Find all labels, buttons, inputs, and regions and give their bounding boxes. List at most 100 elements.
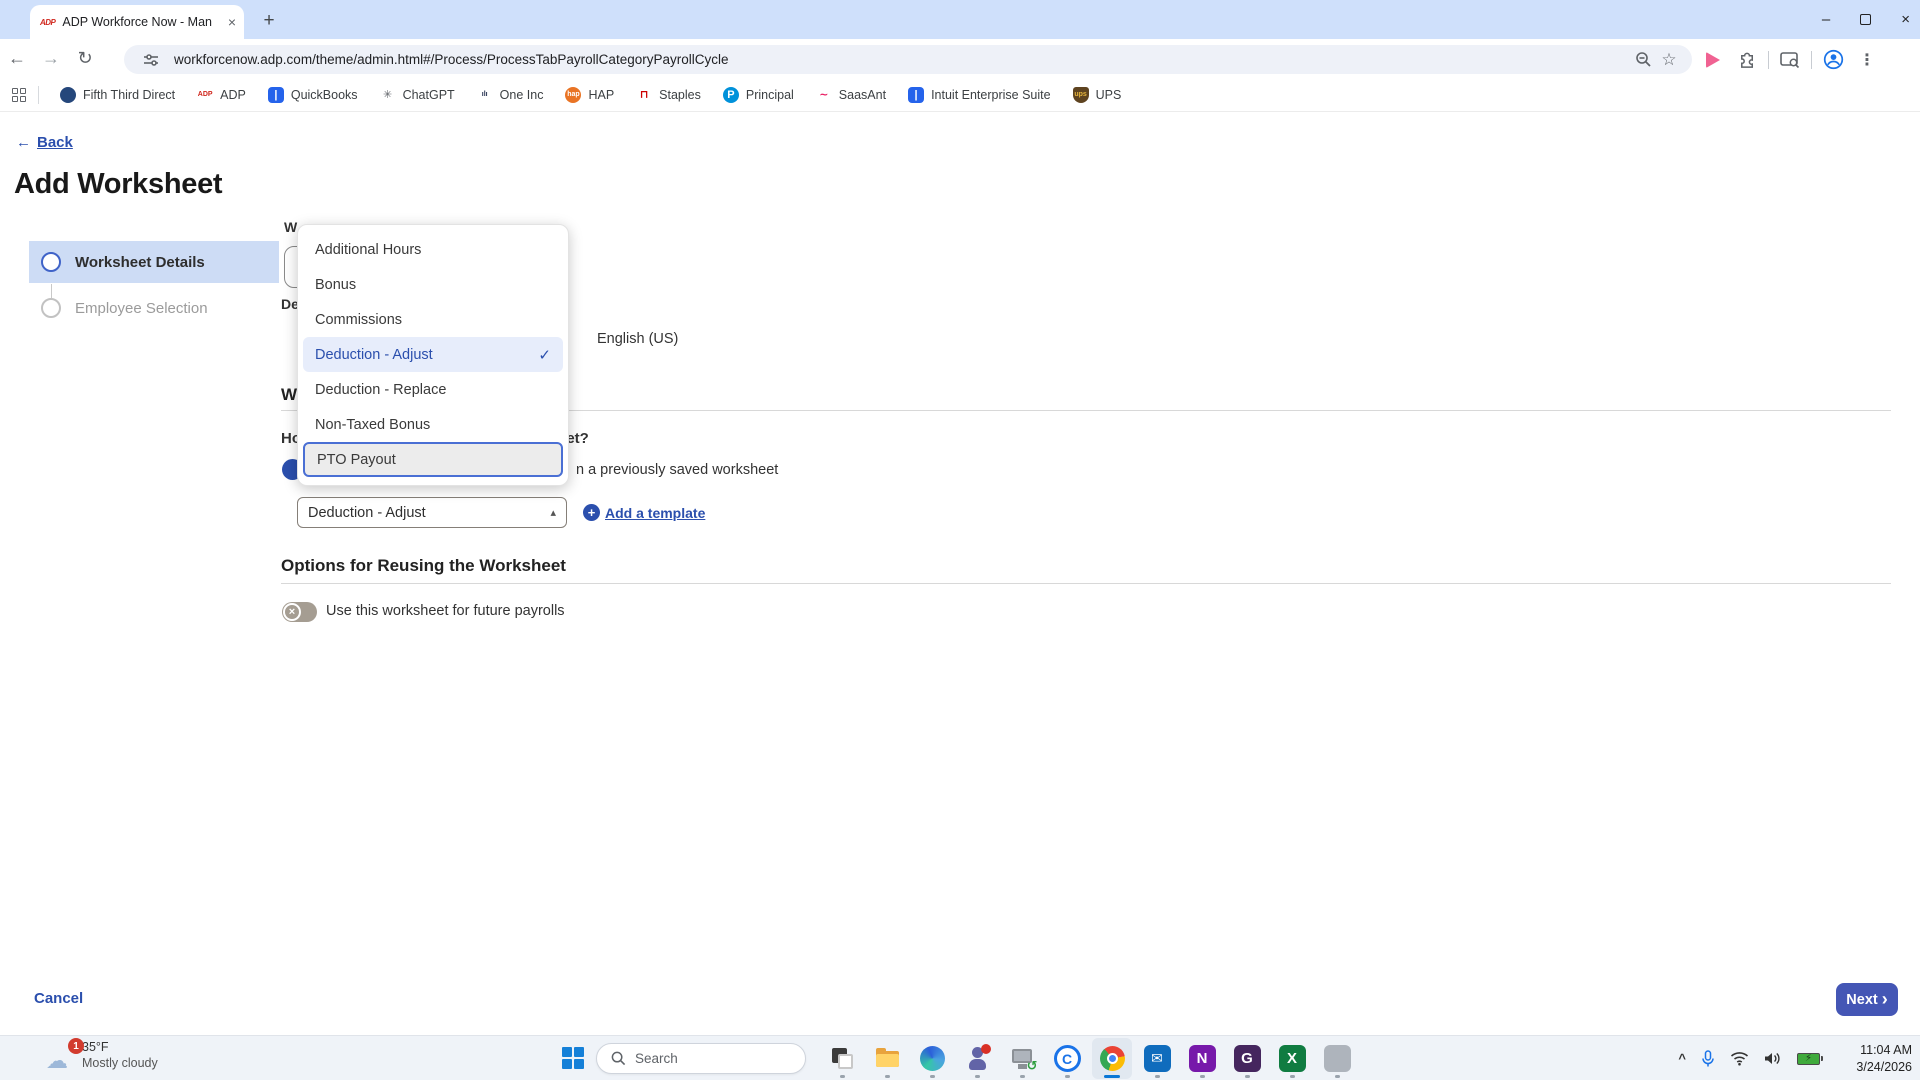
back-link[interactable]: ←Back [16, 134, 73, 151]
pink-extension-icon[interactable] [1700, 47, 1726, 73]
bookmark-principal[interactable]: PPrincipal [723, 87, 794, 103]
reload-icon[interactable]: ↻ [68, 48, 102, 69]
chrome-button-active[interactable] [1092, 1038, 1132, 1079]
search-placeholder: Search [635, 1051, 678, 1066]
side-search-icon[interactable] [1777, 47, 1803, 73]
dropdown-option-pto-payout[interactable]: PTO Payout [303, 442, 563, 477]
future-payrolls-toggle[interactable]: × [282, 602, 317, 622]
excel-button[interactable]: X [1272, 1038, 1312, 1079]
step-circle-inactive [41, 298, 61, 318]
bookmark-label: Staples [659, 88, 701, 102]
section-heading-fragment: W [281, 385, 297, 405]
extensions-puzzle-icon[interactable] [1734, 47, 1760, 73]
next-button[interactable]: Next › [1836, 983, 1898, 1016]
browser-tab[interactable]: ADP ADP Workforce Now - Manage × [30, 5, 244, 39]
step-worksheet-details[interactable]: Worksheet Details [29, 241, 279, 283]
dropdown-option-label: Deduction - Replace [315, 382, 446, 398]
bookmark-label: ADP [220, 88, 246, 102]
window-maximize-button[interactable] [1860, 14, 1871, 25]
bookmark-label: One Inc [500, 88, 544, 102]
taskbar-clock[interactable]: 11:04 AM 3/24/2026 [1856, 1042, 1912, 1076]
site-settings-tune-icon[interactable] [138, 47, 164, 73]
edge-button[interactable] [912, 1038, 952, 1079]
apps-grid-icon[interactable] [12, 88, 26, 102]
calculator-app-button[interactable] [1317, 1038, 1357, 1079]
tab-close-icon[interactable]: × [228, 15, 236, 29]
bookmark-intuit-enterprise-suite[interactable]: | Intuit Enterprise Suite [908, 87, 1051, 103]
bookmark-chatgpt[interactable]: ✳ ChatGPT [380, 87, 455, 103]
bookmark-adp[interactable]: ADP ADP [197, 87, 246, 103]
purple-g-app-button[interactable]: G [1227, 1038, 1267, 1079]
bookmark-label: Principal [746, 88, 794, 102]
profile-icon[interactable] [1820, 47, 1846, 73]
toggle-label: Use this worksheet for future payrolls [326, 603, 565, 619]
adp-favicon-icon: ADP [197, 87, 213, 103]
browser-menu-kebab-icon[interactable]: ⋮ [1854, 47, 1880, 73]
onenote-button[interactable]: N [1182, 1038, 1222, 1079]
chatgpt-favicon-icon: ✳ [380, 87, 396, 103]
tray-chevron-icon[interactable]: ^ [1678, 1051, 1686, 1066]
c-app-button[interactable]: C [1047, 1038, 1087, 1079]
bookmark-ups[interactable]: upsUPS [1073, 87, 1122, 103]
wifi-icon[interactable] [1730, 1051, 1749, 1066]
weather-widget[interactable]: ☁ 1 35°F Mostly cloudy [46, 1040, 158, 1074]
bookmark-staples[interactable]: ⊓Staples [636, 87, 701, 103]
check-icon: ✓ [538, 346, 551, 364]
microphone-icon[interactable] [1701, 1050, 1715, 1068]
outlook-button[interactable]: ✉ [1137, 1038, 1177, 1079]
battery-charging-icon[interactable]: ⚡ [1797, 1053, 1820, 1065]
bookmark-label: ChatGPT [403, 88, 455, 102]
search-icon [611, 1051, 626, 1066]
speaker-icon[interactable] [1764, 1051, 1782, 1066]
bookmark-label: Intuit Enterprise Suite [931, 88, 1051, 102]
dropdown-option-label: Bonus [315, 277, 356, 293]
task-view-button[interactable] [822, 1038, 862, 1079]
bookmark-saasant[interactable]: ∼SaasAnt [816, 87, 886, 103]
url-text[interactable]: workforcenow.adp.com/theme/admin.html#/P… [174, 52, 728, 67]
forward-nav-icon[interactable]: → [34, 48, 68, 69]
start-button[interactable] [562, 1047, 586, 1071]
dropdown-option-label: Deduction - Adjust [315, 347, 433, 363]
bookmark-quickbooks[interactable]: |QuickBooks [268, 87, 358, 103]
bookmarks-bar: Fifth Third Direct ADP ADP |QuickBooks ✳ Chat… [0, 78, 1920, 112]
taskbar-search[interactable]: Search [596, 1043, 806, 1074]
back-nav-icon[interactable]: ← [0, 48, 34, 69]
window-close-button[interactable]: × [1901, 12, 1910, 27]
toggle-off-x-icon: × [283, 603, 301, 621]
dropdown-option-label: PTO Payout [317, 452, 396, 468]
cancel-button[interactable]: Cancel [34, 990, 83, 1007]
intuit-enterprise-suite-favicon-icon: | [908, 87, 924, 103]
hap-favicon-icon: hap [565, 87, 581, 103]
payroll-category-dropdown: Additional HoursBonusCommissionsDeductio… [297, 224, 569, 486]
saved-worksheet-option-fragment[interactable]: n a previously saved worksheet [576, 462, 778, 478]
dropdown-option-additional-hours[interactable]: Additional Hours [303, 232, 563, 267]
weather-temp: 35°F [82, 1040, 158, 1054]
remote-desktop-button[interactable]: ↺ [1002, 1038, 1042, 1079]
payroll-category-select[interactable]: Deduction - Adjust ▴ [297, 497, 567, 528]
step-employee-selection[interactable]: Employee Selection [29, 287, 279, 329]
language-value: English (US) [597, 331, 678, 347]
dropdown-option-non-taxed-bonus[interactable]: Non-Taxed Bonus [303, 407, 563, 442]
add-template-link[interactable]: + Add a template [583, 504, 705, 521]
bookmarks-divider [38, 86, 39, 104]
clock-date: 3/24/2026 [1856, 1059, 1912, 1076]
bookmark-fifth-third-direct[interactable]: Fifth Third Direct [60, 87, 175, 103]
file-explorer-button[interactable] [867, 1038, 907, 1079]
zoom-out-icon[interactable] [1630, 47, 1656, 73]
add-template-label: Add a template [605, 505, 705, 521]
bookmark-star-icon[interactable]: ☆ [1656, 47, 1682, 73]
url-bar[interactable]: workforcenow.adp.com/theme/admin.html#/P… [124, 45, 1692, 74]
dropdown-option-bonus[interactable]: Bonus [303, 267, 563, 302]
dropdown-option-deduction-adjust[interactable]: Deduction - Adjust ✓ [303, 337, 563, 372]
screen: ADP ADP Workforce Now - Manage × + – × ←… [0, 0, 1920, 1080]
dropdown-option-commissions[interactable]: Commissions [303, 302, 563, 337]
window-minimize-button[interactable]: – [1822, 12, 1830, 27]
bookmark-one-inc[interactable]: ılıOne Inc [477, 87, 544, 103]
teams-button[interactable] [957, 1038, 997, 1079]
bookmark-label: HAP [588, 88, 614, 102]
new-tab-button[interactable]: + [256, 8, 282, 34]
step-label: Employee Selection [75, 300, 208, 317]
dropdown-option-deduction-replace[interactable]: Deduction - Replace [303, 372, 563, 407]
bookmark-hap[interactable]: hap HAP [565, 87, 614, 103]
chevron-right-icon: › [1882, 990, 1888, 1008]
